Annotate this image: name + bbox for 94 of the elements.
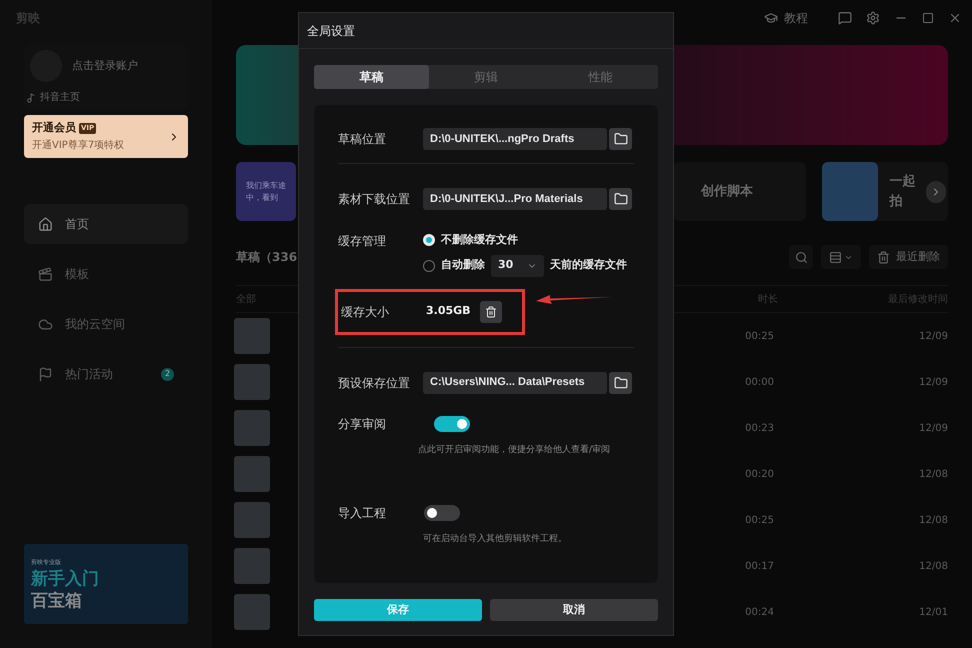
- date-cell-text: 12/08: [919, 468, 948, 482]
- nav-label: 首页: [65, 216, 90, 233]
- hint-text: 点此可开启审阅功能，便捷分享给他人查看/审阅: [418, 444, 612, 456]
- duration-cell-text: 00:20: [745, 468, 775, 482]
- clear-cache-button[interactable]: [480, 300, 502, 322]
- radio-label: 自动删除: [441, 257, 485, 274]
- setting-label: 导入工程: [338, 505, 387, 522]
- trash-icon: [485, 306, 497, 318]
- date-cell-text: 12/09: [919, 376, 948, 390]
- nav-label: 热门活动: [65, 366, 114, 383]
- duration-cell-text: 00:00: [745, 376, 775, 390]
- tab[interactable]: 草稿: [314, 65, 429, 89]
- folder-button[interactable]: [609, 188, 632, 210]
- vip-title: 开通会员: [32, 120, 76, 136]
- next-button[interactable]: [926, 180, 946, 202]
- date-cell-text: 12/09: [919, 422, 948, 436]
- path-field[interactable]: D:\0-UNITEK\J...Pro Materials: [423, 188, 607, 210]
- list-view-icon: [829, 250, 842, 264]
- duration-cell-text: 00:17: [745, 560, 775, 574]
- home-icon: [38, 216, 53, 232]
- nav-item[interactable]: 首页: [24, 204, 188, 244]
- folder-button[interactable]: [609, 372, 632, 394]
- days-dropdown[interactable]: 30: [491, 254, 544, 276]
- vip-subtitle: 开通VIP尊享7项特权: [32, 138, 126, 153]
- recent-delete-button[interactable]: 最近删除: [869, 245, 948, 269]
- thumbnail-placeholder: [234, 502, 270, 538]
- drafts-title: 草稿（336: [236, 249, 298, 266]
- promo-title: 新手入门: [31, 568, 100, 588]
- nav-label: 模板: [65, 266, 90, 283]
- date-cell-text: 12/09: [919, 330, 948, 344]
- dialog-title: 全局设置: [307, 22, 355, 40]
- flag-icon: [38, 366, 53, 382]
- duration-cell-text: 00:24: [745, 606, 775, 620]
- search-button[interactable]: [789, 245, 813, 269]
- promo-title: 百宝箱: [31, 590, 83, 610]
- tab[interactable]: 剪辑: [428, 65, 544, 89]
- setting-label: 缓存大小: [341, 304, 390, 320]
- duration-cell-text: 00:25: [745, 514, 775, 528]
- settings-icon[interactable]: [866, 11, 880, 25]
- count-badge: 2: [161, 368, 174, 380]
- thumbnail-placeholder: [234, 548, 270, 584]
- setting-label: 素材下载位置: [338, 191, 411, 208]
- radio-button[interactable]: [423, 260, 435, 272]
- thumbnail-placeholder: [234, 318, 270, 354]
- radio-label: 不删除缓存文件: [441, 232, 518, 248]
- folder-icon: [614, 376, 628, 390]
- card-text: 创作脚本: [701, 182, 753, 201]
- tutorial-link[interactable]: 教程: [784, 9, 808, 27]
- feature-card[interactable]: 创作脚本: [673, 162, 806, 221]
- date-cell-text: 12/01: [919, 606, 948, 620]
- duration-cell-text: 00:25: [745, 330, 775, 344]
- thumbnail-placeholder: [234, 456, 270, 492]
- cloud-icon: [38, 316, 53, 332]
- hint-text: 可在启动台导入其他剪辑软件工程。: [423, 533, 568, 546]
- folder-button[interactable]: [609, 128, 632, 150]
- setting-label: 分享审阅: [338, 416, 387, 432]
- toggle-switch[interactable]: [424, 505, 460, 521]
- nav-label: 我的云空间: [65, 316, 126, 333]
- card-text: 一起拍: [890, 173, 917, 210]
- duration-cell-text: 00:23: [745, 422, 775, 436]
- thumbnail-placeholder: [822, 162, 878, 221]
- date-cell-text: 12/08: [919, 514, 948, 528]
- view-toggle-button[interactable]: [821, 245, 861, 269]
- clapperboard-icon: [38, 266, 53, 282]
- save-button[interactable]: 保存: [314, 599, 482, 621]
- thumbnail-placeholder: [234, 594, 270, 630]
- setting-label: 缓存管理: [338, 233, 387, 250]
- search-icon: [794, 250, 808, 264]
- setting-label: 草稿位置: [338, 131, 387, 148]
- douyin-link[interactable]: 抖音主页: [40, 90, 80, 105]
- folder-icon: [614, 132, 628, 146]
- cancel-button[interactable]: 取消: [490, 599, 658, 621]
- card-text: 我们乘车途中，看到: [246, 180, 286, 204]
- close-icon[interactable]: [948, 11, 962, 25]
- cache-size-value: 3.05GB: [426, 303, 472, 320]
- setting-label: 预设保存位置: [338, 374, 411, 392]
- trash-icon: [877, 250, 890, 264]
- maximize-icon[interactable]: [922, 12, 934, 24]
- folder-icon: [614, 192, 628, 206]
- graduation-cap-icon: [764, 11, 778, 25]
- thumbnail-placeholder: [234, 410, 270, 446]
- thumbnail-placeholder: [234, 364, 270, 400]
- date-cell-text: 12/08: [919, 560, 948, 574]
- login-link[interactable]: 点击登录账户: [72, 58, 138, 74]
- radio-suffix: 天前的缓存文件: [550, 257, 627, 274]
- music-note-icon: [26, 92, 36, 102]
- path-field[interactable]: D:\0-UNITEK\...ngPro Drafts: [423, 128, 607, 150]
- feature-card[interactable]: 我们乘车途中，看到: [236, 162, 296, 221]
- toggle-switch[interactable]: [434, 416, 470, 432]
- chat-icon[interactable]: [838, 11, 852, 25]
- feature-card[interactable]: 一起拍: [822, 162, 948, 221]
- tab[interactable]: 性能: [543, 65, 658, 89]
- radio-button[interactable]: [423, 234, 435, 246]
- path-field[interactable]: C:\Users\NING... Data\Presets: [423, 372, 607, 394]
